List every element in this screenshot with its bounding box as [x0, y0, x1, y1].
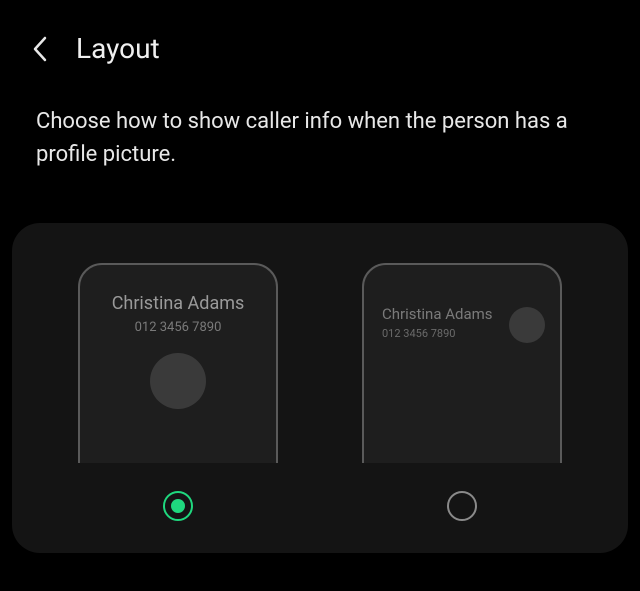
- radio-selected[interactable]: [163, 491, 193, 521]
- caller-number: 012 3456 7890: [382, 327, 493, 340]
- layout-option-left[interactable]: Christina Adams 012 3456 7890: [337, 263, 587, 521]
- phone-frame: Christina Adams 012 3456 7890: [78, 263, 278, 463]
- avatar-icon: [150, 353, 206, 409]
- header: Layout: [0, 0, 640, 89]
- back-icon[interactable]: [28, 37, 52, 61]
- caller-name: Christina Adams: [112, 293, 245, 314]
- phone-content: Christina Adams 012 3456 7890: [364, 265, 560, 343]
- page-title: Layout: [76, 32, 160, 65]
- layout-options-panel: Christina Adams 012 3456 7890 Christina …: [12, 223, 628, 553]
- radio-inner-dot: [171, 499, 185, 513]
- caller-number: 012 3456 7890: [135, 320, 222, 335]
- avatar-icon: [509, 307, 545, 343]
- layout-option-centered[interactable]: Christina Adams 012 3456 7890: [53, 263, 303, 521]
- radio-unselected[interactable]: [447, 491, 477, 521]
- phone-preview-left: Christina Adams 012 3456 7890: [337, 263, 587, 463]
- phone-preview-centered: Christina Adams 012 3456 7890: [53, 263, 303, 463]
- description-text: Choose how to show caller info when the …: [0, 89, 640, 207]
- phone-content: Christina Adams 012 3456 7890: [80, 265, 276, 409]
- caller-name: Christina Adams: [382, 305, 493, 323]
- text-block: Christina Adams 012 3456 7890: [382, 305, 493, 340]
- phone-frame: Christina Adams 012 3456 7890: [362, 263, 562, 463]
